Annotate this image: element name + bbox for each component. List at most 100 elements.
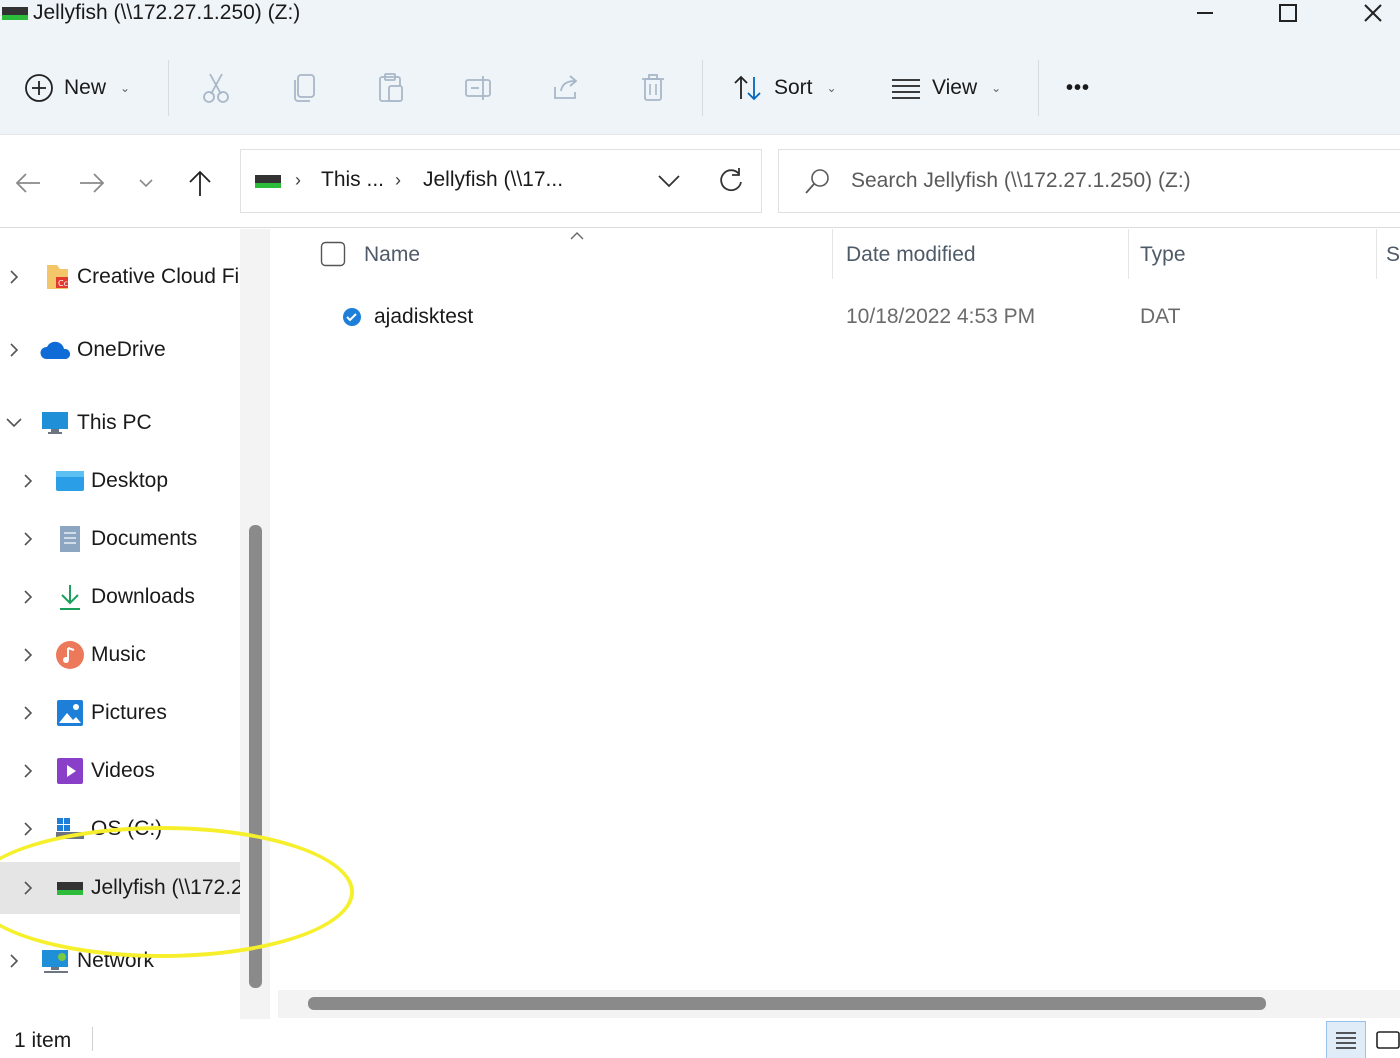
up-button[interactable]	[178, 161, 222, 205]
tiles-view-icon	[1376, 1031, 1400, 1049]
view-button[interactable]: View ⌄	[890, 68, 1001, 108]
column-divider[interactable]	[1376, 229, 1377, 279]
content-scrollbar-thumb[interactable]	[308, 997, 1266, 1010]
nav-item-creative-cloud[interactable]: Cc Creative Cloud Fi	[0, 251, 240, 303]
refresh-icon[interactable]	[717, 166, 745, 194]
chevron-down-icon: ⌄	[991, 81, 1002, 95]
chevron-right-icon[interactable]	[18, 645, 38, 665]
svg-text:Cc: Cc	[58, 279, 68, 288]
close-button[interactable]	[1343, 0, 1400, 26]
nav-item-downloads[interactable]: Downloads	[0, 571, 240, 623]
arrow-left-icon	[15, 173, 40, 193]
column-header-date-modified[interactable]: Date modified	[846, 243, 976, 267]
onedrive-cloud-icon	[40, 335, 70, 365]
file-list: Name Date modified Type S ajadisktest 10…	[270, 229, 1400, 1019]
network-drive-icon	[255, 175, 281, 188]
new-button[interactable]: New ⌄	[24, 68, 130, 108]
breadcrumb-this-pc[interactable]: This ...	[321, 168, 384, 192]
minimize-button[interactable]	[1175, 0, 1235, 26]
column-header-size[interactable]: S	[1386, 243, 1400, 267]
nav-item-label: Videos	[91, 759, 155, 782]
breadcrumb-jellyfish[interactable]: Jellyfish (\\17...	[423, 168, 563, 192]
search-box[interactable]: Search Jellyfish (\\172.27.1.250) (Z:)	[778, 149, 1400, 213]
chevron-down-icon	[139, 179, 153, 188]
pictures-icon	[55, 698, 85, 728]
back-button[interactable]	[6, 161, 50, 205]
chevron-right-icon[interactable]	[18, 761, 38, 781]
column-header-name[interactable]: Name	[364, 243, 420, 267]
chevron-right-icon[interactable]	[18, 703, 38, 723]
network-icon	[40, 946, 70, 976]
delete-button[interactable]	[635, 70, 671, 106]
cut-button[interactable]	[198, 70, 234, 106]
arrow-right-icon	[80, 173, 105, 193]
nav-item-jellyfish[interactable]: Jellyfish (\\172.2	[0, 862, 240, 914]
nav-item-os-c[interactable]: OS (C:)	[0, 803, 240, 855]
chevron-right-icon[interactable]	[18, 819, 38, 839]
toolbar-divider	[702, 60, 703, 116]
nav-item-this-pc[interactable]: This PC	[0, 397, 240, 449]
maximize-button[interactable]	[1258, 0, 1318, 26]
toolbar-divider	[168, 60, 169, 116]
nav-item-music[interactable]: Music	[0, 629, 240, 681]
nav-item-videos[interactable]: Videos	[0, 745, 240, 797]
nav-item-label: Network	[77, 949, 155, 972]
sort-button[interactable]: Sort ⌄	[732, 68, 837, 108]
nav-item-label: Pictures	[91, 701, 167, 724]
details-view-button[interactable]	[1326, 1021, 1366, 1058]
window-title: Jellyfish (\\172.27.1.250) (Z:)	[33, 1, 301, 24]
sort-arrows-icon	[734, 75, 761, 101]
maximize-icon	[1279, 4, 1297, 22]
copy-button[interactable]	[286, 70, 322, 106]
chevron-right-icon[interactable]	[4, 340, 24, 360]
nav-item-label: Music	[91, 643, 146, 666]
file-date-modified: 10/18/2022 4:53 PM	[846, 305, 1036, 328]
status-divider	[92, 1027, 93, 1051]
nav-item-label: Documents	[91, 527, 198, 550]
videos-icon	[55, 756, 85, 786]
nav-item-desktop[interactable]: Desktop	[0, 455, 240, 507]
nav-item-pictures[interactable]: Pictures	[0, 687, 240, 739]
chevron-right-icon[interactable]	[18, 587, 38, 607]
search-input[interactable]: Search Jellyfish (\\172.27.1.250) (Z:)	[851, 169, 1191, 193]
select-all-checkbox[interactable]	[320, 241, 346, 267]
nav-item-label: OneDrive	[77, 338, 166, 361]
nav-item-onedrive[interactable]: OneDrive	[0, 324, 240, 376]
chevron-down-icon[interactable]	[4, 413, 24, 433]
file-row[interactable]: ajadisktest 10/18/2022 4:53 PM DAT	[270, 291, 1400, 347]
music-icon	[55, 640, 85, 670]
breadcrumb-chevron-icon: ›	[295, 170, 301, 190]
toolbar-divider	[1038, 60, 1039, 116]
details-view-icon	[1336, 1032, 1356, 1049]
chevron-right-icon[interactable]	[18, 878, 38, 898]
share-button[interactable]	[548, 70, 584, 106]
breadcrumb-chevron-icon: ›	[395, 170, 401, 190]
chevron-right-icon[interactable]	[4, 267, 24, 287]
nav-item-documents[interactable]: Documents	[0, 513, 240, 565]
chevron-right-icon[interactable]	[18, 471, 38, 491]
tiles-view-button[interactable]	[1368, 1021, 1400, 1058]
address-row: › This ... › Jellyfish (\\17... Search J…	[0, 134, 1400, 228]
chevron-down-icon[interactable]	[657, 172, 681, 190]
column-divider[interactable]	[1128, 229, 1129, 279]
chevron-right-icon[interactable]	[18, 529, 38, 549]
column-divider[interactable]	[832, 229, 833, 279]
share-icon	[554, 75, 578, 99]
view-label: View	[932, 76, 978, 99]
nav-item-network[interactable]: Network	[0, 935, 240, 987]
recent-locations-button[interactable]	[124, 161, 168, 205]
nav-scrollbar-thumb[interactable]	[249, 525, 262, 988]
chevron-down-icon: ⌄	[826, 81, 837, 95]
rename-button[interactable]	[461, 70, 497, 106]
chevron-right-icon[interactable]	[4, 951, 24, 971]
paste-button[interactable]	[373, 70, 409, 106]
column-header-type[interactable]: Type	[1140, 243, 1186, 267]
downloads-icon	[55, 582, 85, 612]
more-options-button[interactable]: •••	[1066, 68, 1090, 108]
address-bar[interactable]: › This ... › Jellyfish (\\17...	[240, 149, 762, 213]
more-icon: •••	[1066, 76, 1091, 99]
navigation-pane: Cc Creative Cloud Fi OneDrive This PC De…	[0, 229, 240, 1019]
trash-icon	[642, 74, 664, 101]
forward-button[interactable]	[70, 161, 114, 205]
file-name[interactable]: ajadisktest	[374, 305, 473, 329]
